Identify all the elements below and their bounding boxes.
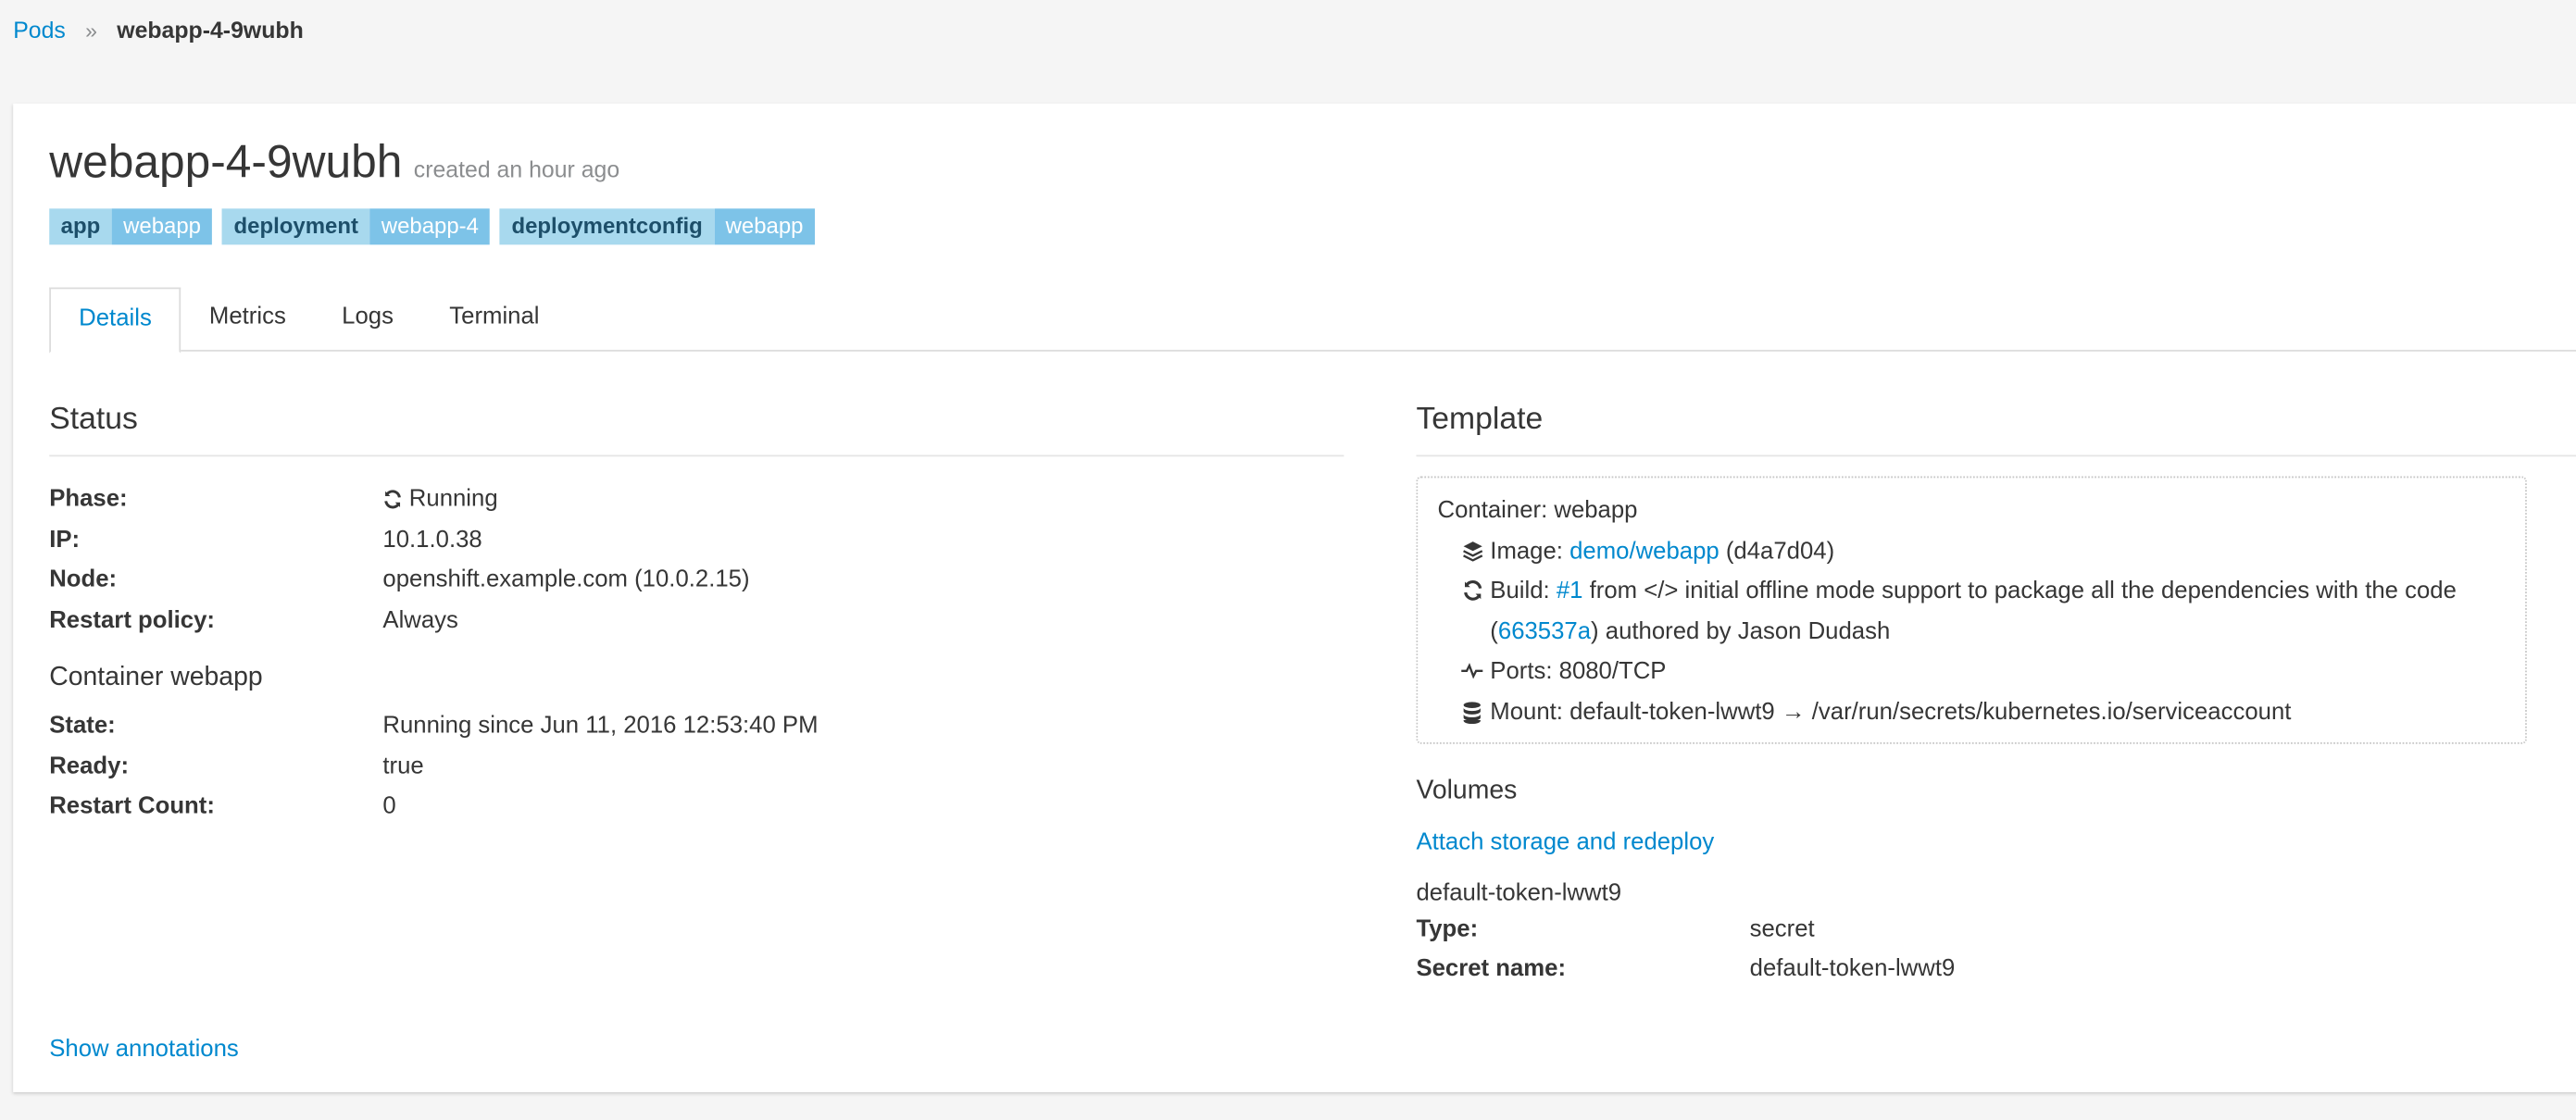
build-author: ) authored by Jason Dudash [1591,618,1891,645]
attach-storage-link[interactable]: Attach storage and redeploy [1416,829,2576,855]
tab-metrics[interactable]: Metrics [181,288,314,350]
label-app[interactable]: app webapp [49,208,213,245]
status-heading: Status [49,403,1344,457]
image-link[interactable]: demo/webapp [1569,538,1719,564]
container-row-state: State: Running since Jun 11, 2016 12:53:… [49,706,1344,746]
build-label: Build: [1490,578,1557,604]
status-value: Always [382,606,458,633]
container-key: Ready: [49,753,130,779]
label-value[interactable]: webapp-4 [369,208,491,245]
refresh-icon [382,490,402,509]
page-title: webapp-4-9wubh [49,136,403,188]
label-key[interactable]: deploymentconfig [500,208,715,245]
status-value: Running [382,479,498,519]
label-deployment[interactable]: deployment webapp-4 [222,208,491,245]
title-row: webapp-4-9wubh created an hour ago [49,136,619,189]
layers-icon [1438,531,1491,571]
pod-details-card: webapp-4-9wubh created an hour ago app w… [13,103,2576,1092]
tab-terminal[interactable]: Terminal [421,288,568,350]
template-ports-row: Ports: 8080/TCP [1438,652,2506,691]
status-row-restart-policy: Restart policy: Always [49,601,1344,641]
tab-logs[interactable]: Logs [314,288,421,350]
breadcrumb-pods-link[interactable]: Pods [13,17,66,43]
label-value[interactable]: webapp [714,208,815,245]
breadcrumb: Pods » webapp-4-9wubh [13,17,304,43]
volume-type-value: secret [1749,916,1815,943]
status-value: openshift.example.com (10.0.2.15) [382,566,750,593]
template-image-row: Image: demo/webapp (d4a7d04) [1438,531,2506,571]
template-ports-text: Ports: 8080/TCP [1490,658,1667,685]
volume-secret-key: Secret name: [1416,955,1567,983]
build-link[interactable]: #1 [1557,579,1583,604]
volumes-heading: Volumes [1416,777,1518,805]
status-row-node: Node: openshift.example.com (10.0.2.15) [49,560,1344,600]
template-image-text: Image: demo/webapp (d4a7d04) [1490,531,2506,571]
status-row-phase: Phase: Running [49,479,1344,519]
container-row-ready: Ready: true [49,746,1344,786]
template-build-row: Build: #1 from </> initial offline mode … [1438,571,2506,652]
created-time: created an hour ago [413,156,620,182]
image-digest: (d4a7d04) [1719,538,1835,565]
image-label: Image: [1490,538,1570,565]
volume-secret-row: Secret name: default-token-lwwt9 [1416,950,2576,989]
labels-row: app webapp deployment webapp-4 deploymen… [49,208,815,245]
page: Pods » webapp-4-9wubh webapp-4-9wubh cre… [0,0,2576,1120]
pulse-icon [1438,652,1491,691]
template-heading: Template [1416,403,2576,457]
container-heading: Container webapp [49,663,263,691]
tab-details[interactable]: Details [49,287,181,354]
status-list: Phase: Running IP: 10.1.0.38 Node: opens… [49,479,1344,641]
template-mount-text: Mount: default-token-lwwt9 → /var/run/se… [1490,698,2292,726]
phase-value: Running [408,486,498,513]
status-section: Status Phase: Running IP: 10.1.0.38 Node… [49,403,1344,828]
breadcrumb-separator: » [85,17,97,43]
label-key[interactable]: deployment [222,208,370,245]
template-mount-row: Mount: default-token-lwwt9 → /var/run/se… [1438,692,2506,732]
status-key: Node: [49,566,118,593]
status-row-ip: IP: 10.1.0.38 [49,520,1344,560]
status-key: Phase: [49,486,128,513]
status-key: Restart policy: [49,606,215,633]
volumes-section: Volumes Attach storage and redeploy defa… [1416,777,2576,989]
build-refresh-icon [1438,571,1491,652]
template-build-text: Build: #1 from </> initial offline mode … [1490,571,2506,652]
breadcrumb-current: webapp-4-9wubh [117,16,304,44]
label-deploymentconfig[interactable]: deploymentconfig webapp [500,208,815,245]
show-annotations-link[interactable]: Show annotations [49,1037,239,1063]
volume-secret-value: default-token-lwwt9 [1749,955,1956,983]
container-row-restart-count: Restart Count: 0 [49,787,1344,827]
template-container-name: Container: webapp [1437,497,1638,525]
template-section: Template Container: webapp Image: demo/w… [1416,403,2576,989]
container-value: true [382,753,424,779]
template-container-box: Container: webapp Image: demo/webapp (d4… [1416,476,2527,744]
label-key[interactable]: app [49,208,112,245]
label-value[interactable]: webapp [111,208,213,245]
container-value: 0 [382,792,396,820]
volume-type-row: Type: secret [1416,910,2576,950]
volume-name: default-token-lwwt9 [1416,880,1622,907]
status-value: 10.1.0.38 [382,526,482,554]
container-value: Running since Jun 11, 2016 12:53:40 PM [382,713,819,740]
tab-bar: Details Metrics Logs Terminal [49,287,2576,354]
status-key: IP: [49,526,81,554]
commit-link[interactable]: 663537a [1498,618,1591,644]
database-icon [1438,692,1491,732]
container-key: State: [49,713,116,740]
container-key: Restart Count: [49,792,215,820]
container-list: State: Running since Jun 11, 2016 12:53:… [49,706,1344,827]
volume-type-key: Type: [1416,916,1479,943]
